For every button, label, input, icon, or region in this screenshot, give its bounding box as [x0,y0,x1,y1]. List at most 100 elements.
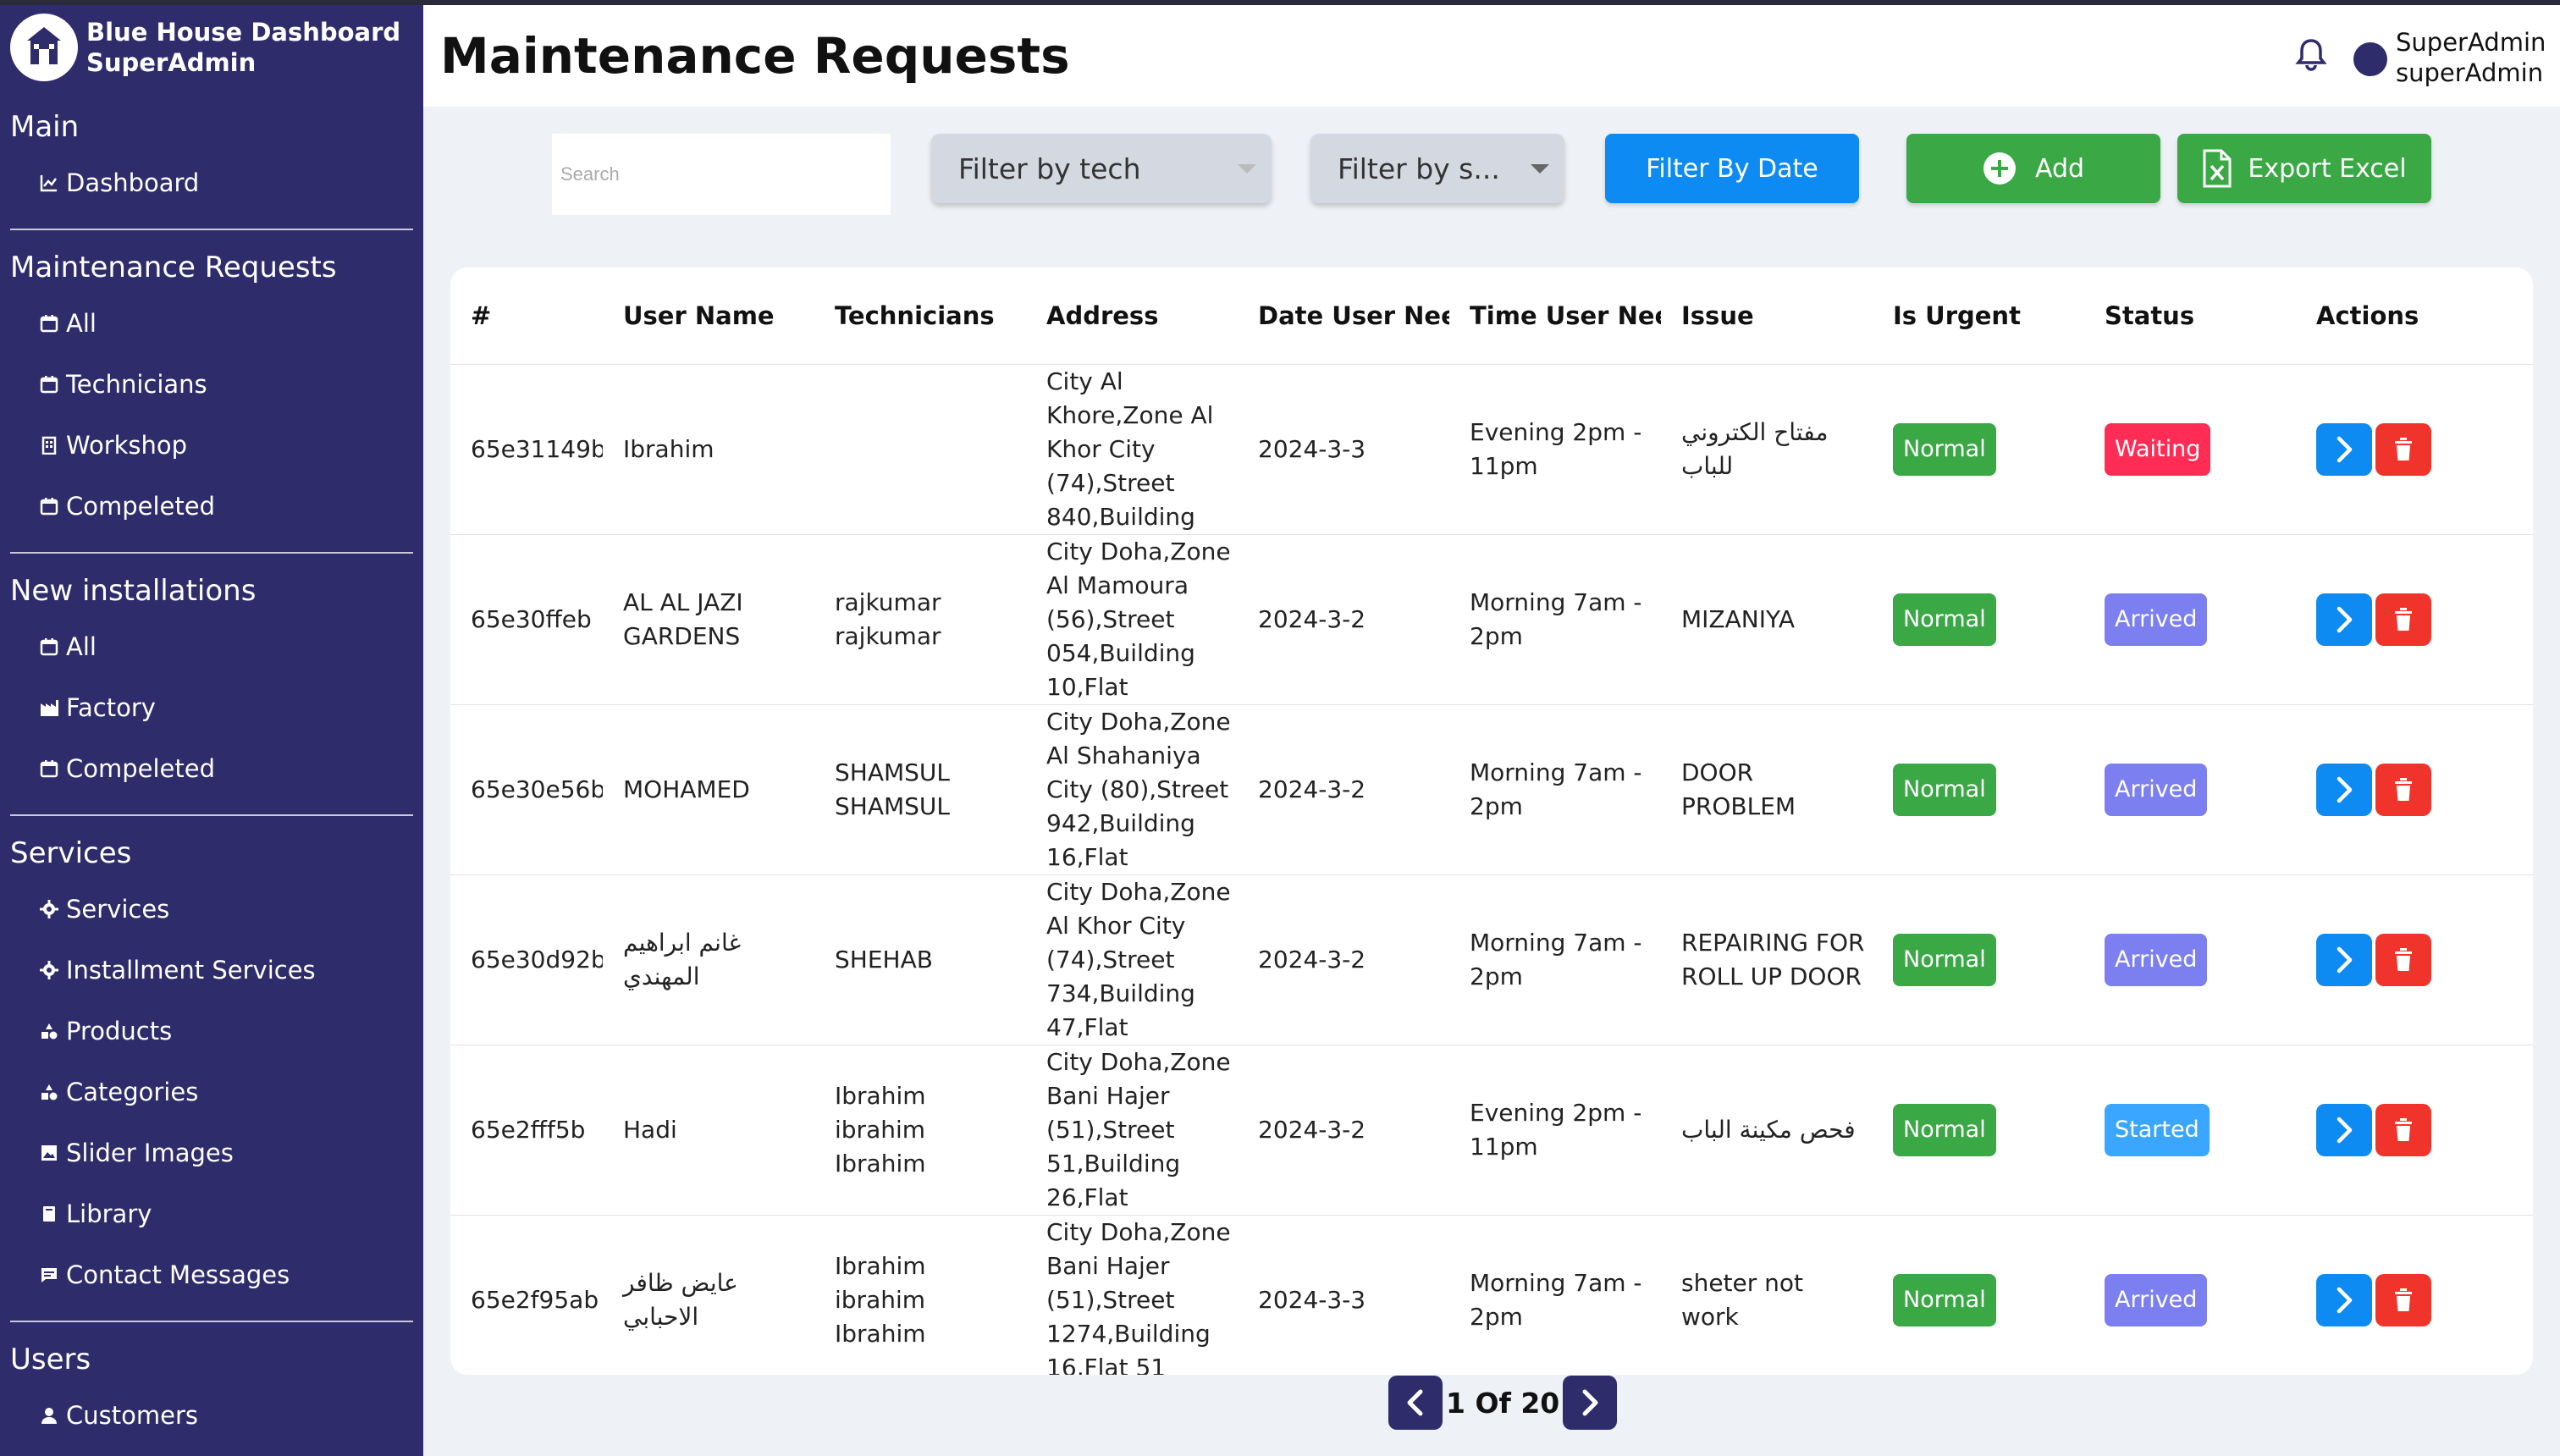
search-input[interactable] [552,134,891,215]
shapes-icon [37,1022,61,1040]
delete-button[interactable] [2375,593,2431,646]
previous-page-button[interactable] [1388,1376,1443,1430]
cell-issue: مفتاح الكتروني للباب [1661,364,1873,535]
trash-icon [2395,947,2412,971]
sidebar-item-label: Installment Services [66,956,316,984]
cell-user-name: MOHAMED [603,704,814,875]
avatar[interactable] [2353,42,2387,76]
add-button[interactable]: Add [1906,134,2160,203]
sidebar-item-contact-messages[interactable]: Contact Messages [0,1244,423,1305]
status-badge: Arrived [2105,1273,2208,1326]
urgency-badge: Normal [1893,422,1996,476]
cell-issue: REPAIRING FOR ROLL UP DOOR [1661,874,1873,1045]
sidebar-item-factory[interactable]: Factory [0,677,423,738]
brand-logo [10,14,78,81]
column-header[interactable]: Date User Needed [1238,267,1449,365]
sidebar-item-customers[interactable]: Customers [0,1385,423,1446]
export-excel-label: Export Excel [2248,153,2407,184]
view-button[interactable] [2316,933,2372,986]
cell-actions [2296,534,2533,705]
chevron-right-icon [2337,606,2353,632]
view-button[interactable] [2316,763,2372,816]
table-row[interactable]: 65e30ffeb AL AL JAZI GARDENS rajkumar rajk… [450,534,2533,705]
sidebar-section-title: New installations [10,574,257,608]
sidebar-item-maintenance-all[interactable]: All [0,293,423,354]
sidebar-item-products[interactable]: Products [0,1001,423,1062]
sidebar-item-library[interactable]: Library [0,1183,423,1244]
column-header[interactable]: Address [1026,267,1238,365]
next-page-button[interactable] [1563,1376,1618,1430]
table-row[interactable]: 65e30d92b غانم ابراهيم المهندي SHEHAB City … [450,874,2533,1045]
urgency-badge: Normal [1893,933,1996,986]
cell-status: Arrived [2084,534,2296,705]
sidebar-item-workshop[interactable]: Workshop [0,415,423,476]
delete-button[interactable] [2375,933,2431,986]
user-icon [37,1406,61,1425]
sidebar-section-title: Maintenance Requests [10,251,337,284]
delete-button[interactable] [2375,763,2431,816]
cell-urgent: Normal [1873,364,2084,535]
urgency-badge: Normal [1893,593,1996,646]
view-button[interactable] [2316,422,2372,476]
delete-button[interactable] [2375,1103,2431,1156]
filter-by-date-button[interactable]: Filter By Date [1605,134,1859,203]
cell-issue: sheter not work [1661,1215,1873,1375]
column-header: Actions [2296,267,2533,365]
gear-icon [37,960,61,980]
filter-by-tech-select[interactable]: Filter by tech [931,134,1272,203]
table-row[interactable]: 65e31149b Ibrahim City Al Khore,Zone Al Kh… [450,364,2533,535]
cell-id: 65e30e56b [450,704,603,875]
column-header[interactable]: Time User Needed [1449,267,1661,365]
sidebar-item-installations-completed[interactable]: Compeleted [0,738,423,799]
sidebar-item-services[interactable]: Services [0,879,423,940]
calendar-icon [37,314,61,333]
table-row[interactable]: 65e2f95ab عايض ظافر الاحبابي Ibrahim ibrah… [450,1215,2533,1375]
column-header[interactable]: User Name [603,267,814,365]
cell-user-name: غانم ابراهيم المهندي [603,874,814,1045]
export-excel-button[interactable]: Export Excel [2177,134,2431,203]
cell-time: Morning 7am - 2pm [1449,534,1661,705]
chevron-right-icon [1582,1389,1598,1416]
sidebar-item-label: Technicians [66,370,207,399]
view-button[interactable] [2316,1103,2372,1156]
status-badge: Arrived [2105,933,2208,986]
cell-time: Morning 7am - 2pm [1449,1215,1661,1375]
chevron-right-icon [2337,946,2353,973]
filter-by-status-label: Filter by s... [1338,152,1500,185]
cell-technicians: SHAMSUL SHAMSUL [814,704,1026,875]
sidebar-item-categories[interactable]: Categories [0,1062,423,1122]
view-button[interactable] [2316,1273,2372,1326]
view-button[interactable] [2316,593,2372,646]
column-header[interactable]: Status [2084,267,2296,365]
table-row[interactable]: 65e30e56b MOHAMED SHAMSUL SHAMSUL City Doha… [450,704,2533,875]
sidebar-item-slider-images[interactable]: Slider Images [0,1122,423,1183]
sidebar-item-label: Categories [66,1078,199,1106]
sidebar-item-installations-all[interactable]: All [0,616,423,677]
table-row[interactable]: 65e2fff5b Hadi Ibrahim ibrahim Ibrahim City… [450,1045,2533,1216]
excel-file-icon [2202,149,2232,188]
sidebar-item-dashboard[interactable]: Dashboard [0,152,423,213]
cell-urgent: Normal [1873,704,2084,875]
cell-urgent: Normal [1873,1045,2084,1216]
book-icon [37,1205,61,1223]
column-header[interactable]: Technicians [814,267,1026,365]
delete-button[interactable] [2375,422,2431,476]
bell-icon[interactable] [2292,36,2330,73]
user-info[interactable]: SuperAdmin superAdmin [2396,27,2546,88]
sidebar: Blue House Dashboard SuperAdmin Main Das… [0,5,423,1456]
sidebar-item-maintenance-completed[interactable]: Compeleted [0,476,423,537]
column-header[interactable]: Issue [1661,267,1873,365]
cell-actions [2296,704,2533,875]
cell-address: City Doha,Zone Bani Hajer (51),Street 51… [1026,1045,1238,1216]
delete-button[interactable] [2375,1273,2431,1326]
sidebar-item-installment-services[interactable]: Installment Services [0,940,423,1001]
factory-icon [37,698,61,717]
toolbar: Filter by tech Filter by s... Filter By … [423,107,2560,234]
sidebar-item-technicians[interactable]: Technicians [0,354,423,415]
column-header[interactable]: Is Urgent [1873,267,2084,365]
filter-by-status-select[interactable]: Filter by s... [1310,134,1564,203]
shapes-icon [37,1083,61,1101]
cell-status: Waiting [2084,364,2296,535]
sidebar-item-label: Services [66,895,170,924]
column-header[interactable]: # [450,267,603,365]
